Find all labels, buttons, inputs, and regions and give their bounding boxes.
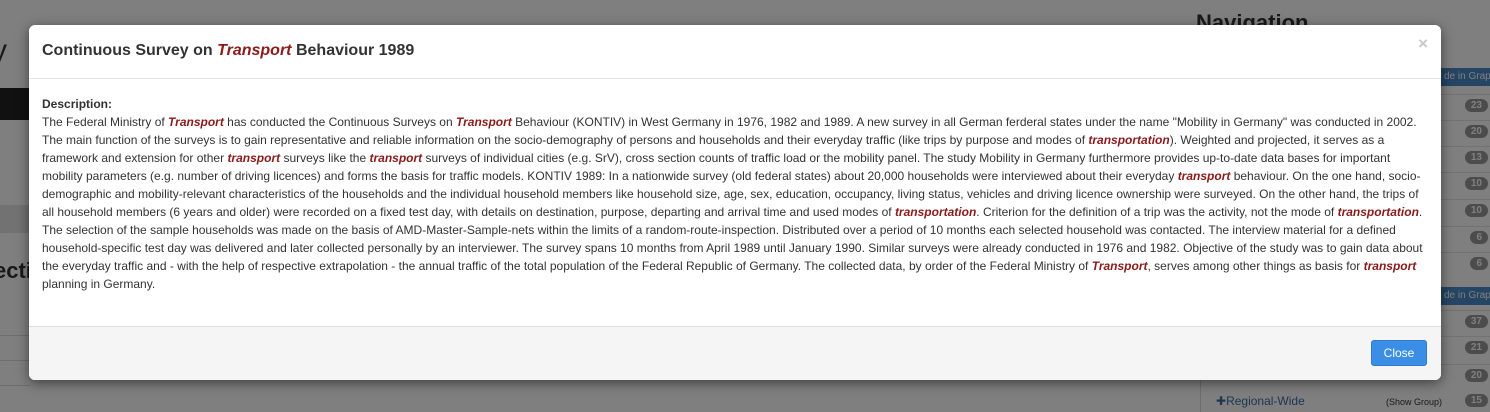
- close-icon[interactable]: ×: [1418, 35, 1428, 52]
- description-text: The Federal Ministry of Transport has co…: [42, 113, 1428, 293]
- modal-header: Continuous Survey on Transport Behaviour…: [29, 25, 1441, 79]
- close-button[interactable]: Close: [1371, 340, 1427, 366]
- description-segment: surveys like the: [280, 151, 370, 165]
- description-segment: . Criterion for the definition of a trip…: [976, 205, 1338, 219]
- description-segment: , serves among other things as basis for: [1147, 259, 1364, 273]
- highlighted-term: Transport: [168, 115, 224, 129]
- highlighted-term: transportation: [894, 205, 977, 219]
- highlighted-term: Transport: [456, 115, 512, 129]
- highlighted-term: transport: [1363, 259, 1417, 273]
- title-suffix: Behaviour 1989: [291, 42, 415, 59]
- highlighted-term: transport: [227, 151, 281, 165]
- highlighted-term: transportation: [1337, 205, 1419, 219]
- title-highlight: Transport: [217, 42, 292, 59]
- modal-body: Description: The Federal Ministry of Tra…: [29, 79, 1441, 293]
- description-label: Description:: [42, 97, 113, 111]
- highlighted-term: Transport: [1091, 259, 1148, 273]
- description-segment: planning in Germany.: [42, 277, 156, 291]
- survey-detail-modal: Continuous Survey on Transport Behaviour…: [29, 25, 1441, 380]
- description-segment: has conducted the Continuous Surveys on: [223, 115, 456, 129]
- description-segment: The Federal Ministry of: [42, 115, 169, 129]
- highlighted-term: transport: [369, 151, 423, 165]
- highlighted-term: transportation: [1088, 133, 1170, 147]
- modal-footer: Close: [29, 326, 1441, 380]
- modal-title: Continuous Survey on Transport Behaviour…: [42, 42, 414, 60]
- title-prefix: Continuous Survey on: [42, 42, 218, 59]
- highlighted-term: transport: [1177, 169, 1231, 183]
